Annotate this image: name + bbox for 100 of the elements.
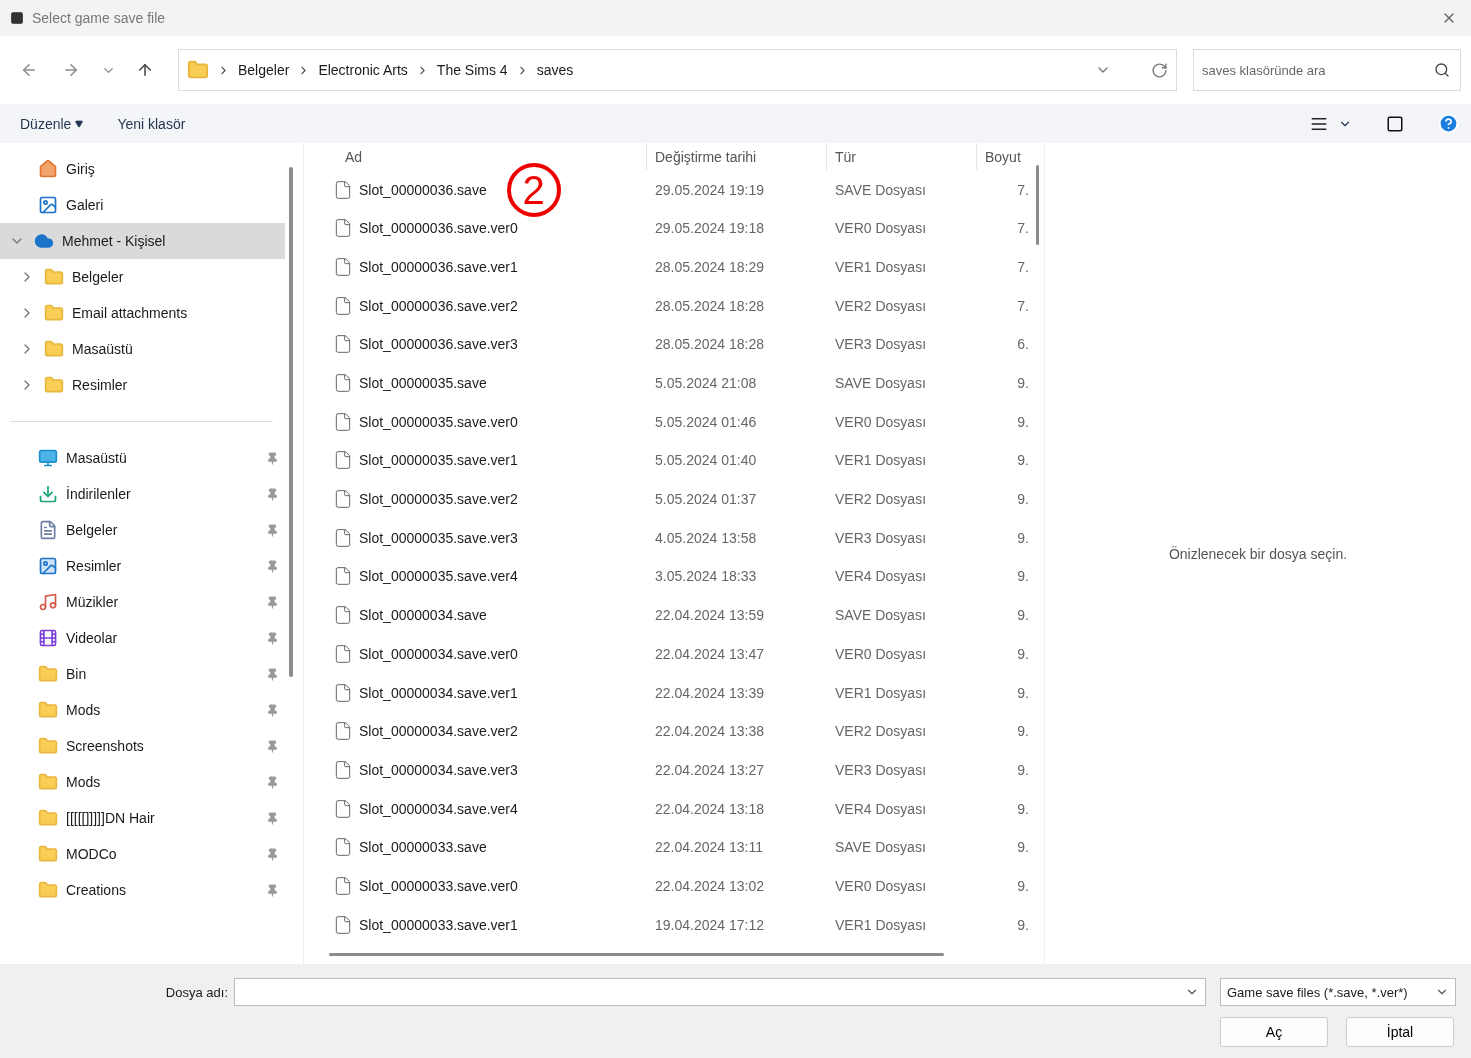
- column-header[interactable]: Boyut: [977, 143, 1029, 171]
- forward-arrow-icon[interactable]: [62, 61, 80, 79]
- file-icon: [333, 837, 353, 858]
- picture-icon: [38, 556, 58, 576]
- file-name[interactable]: Slot_00000033.save: [359, 839, 487, 856]
- gallery-icon: [38, 195, 58, 215]
- search-box[interactable]: saves klasöründe ara: [1193, 49, 1461, 91]
- file-name[interactable]: Slot_00000034.save.ver2: [359, 723, 518, 740]
- pin-icon[interactable]: [266, 487, 279, 501]
- table-cell-text: VER3 Dosyası: [834, 761, 928, 778]
- sidebar-item[interactable]: Galeri: [0, 187, 285, 223]
- new-folder-button[interactable]: Yeni klasör: [117, 115, 186, 132]
- file-name[interactable]: Slot_00000036.save: [359, 181, 487, 198]
- caret-icon[interactable]: [75, 119, 84, 128]
- table-cell-text: 9.: [1016, 684, 1029, 701]
- table-cell-text: 9.: [1016, 607, 1029, 624]
- table-cell-text: VER1 Dosyası: [834, 916, 928, 933]
- breadcrumb-item[interactable]: The Sims 4: [436, 62, 508, 78]
- sidebar-item[interactable]: Mods: [0, 692, 285, 728]
- file-name[interactable]: Slot_00000034.save: [359, 607, 487, 624]
- file-icon: [333, 334, 353, 355]
- refresh-icon[interactable]: [1151, 61, 1168, 79]
- file-name[interactable]: Slot_00000034.save.ver1: [359, 684, 518, 701]
- sidebar-item[interactable]: Bin: [0, 656, 285, 692]
- table-cell-text: 7.: [1016, 258, 1029, 275]
- table-cell-text: 28.05.2024 18:29: [654, 258, 765, 275]
- sidebar-item[interactable]: Email attachments: [0, 295, 285, 331]
- file-name[interactable]: Slot_00000036.save.ver1: [359, 258, 518, 275]
- file-type-dropdown[interactable]: Game save files (*.save, *.ver*): [1220, 978, 1456, 1006]
- pin-icon[interactable]: [266, 595, 279, 609]
- sidebar-item[interactable]: Masaüstü: [0, 331, 285, 367]
- sidebar-item[interactable]: Müzikler: [0, 584, 285, 620]
- pin-icon[interactable]: [266, 451, 279, 465]
- sidebar-item[interactable]: Resimler: [0, 367, 285, 403]
- file-name[interactable]: Slot_00000034.save.ver3: [359, 761, 518, 778]
- file-name[interactable]: Slot_00000036.save.ver0: [359, 220, 518, 237]
- sidebar-item[interactable]: Mods: [0, 764, 285, 800]
- column-header[interactable]: Değiştirme tarihi: [647, 143, 827, 171]
- pin-icon[interactable]: [266, 559, 279, 573]
- sidebar-item[interactable]: Mehmet - Kişisel: [0, 223, 285, 259]
- table-cell-text: 9.: [1016, 839, 1029, 856]
- file-name[interactable]: Slot_00000034.save.ver0: [359, 645, 518, 662]
- organize-button[interactable]: Düzenle: [20, 115, 84, 132]
- breadcrumb-item[interactable]: Electronic Arts: [318, 62, 408, 78]
- sidebar-item[interactable]: Giriş: [0, 151, 285, 187]
- pin-icon[interactable]: [266, 883, 279, 897]
- scrollbar-thumb[interactable]: [1035, 165, 1039, 245]
- file-icon: [333, 373, 353, 394]
- help-icon[interactable]: [1438, 113, 1459, 134]
- file-name[interactable]: Slot_00000036.save.ver3: [359, 336, 518, 353]
- pin-icon[interactable]: [266, 847, 279, 861]
- sidebar-item[interactable]: Resimler: [0, 548, 285, 584]
- pin-icon[interactable]: [266, 523, 279, 537]
- pin-icon[interactable]: [266, 631, 279, 645]
- scrollbar-thumb[interactable]: [329, 952, 944, 956]
- file-name[interactable]: Slot_00000033.save.ver0: [359, 877, 518, 894]
- table-cell-text: 22.04.2024 13:38: [654, 723, 765, 740]
- sidebar-item[interactable]: [[[[[]]]]]DN Hair: [0, 800, 285, 836]
- file-name[interactable]: Slot_00000035.save.ver2: [359, 491, 518, 508]
- address-bar[interactable]: Belgeler Electronic Arts The Sims 4 saves: [178, 49, 1177, 91]
- table-cell-text: 22.04.2024 13:27: [654, 761, 765, 778]
- file-name[interactable]: Slot_00000034.save.ver4: [359, 800, 518, 817]
- sidebar-item[interactable]: MODCo: [0, 836, 285, 872]
- sidebar-item[interactable]: Belgeler: [0, 512, 285, 548]
- table-cell-text: SAVE Dosyası: [834, 181, 927, 198]
- file-name[interactable]: Slot_00000036.save.ver2: [359, 297, 518, 314]
- file-name[interactable]: Slot_00000035.save.ver0: [359, 413, 518, 430]
- cancel-button[interactable]: İptal: [1346, 1017, 1454, 1047]
- file-icon: [333, 218, 353, 239]
- pin-icon[interactable]: [266, 811, 279, 825]
- file-icon: [333, 411, 353, 432]
- sidebar-item[interactable]: Creations: [0, 872, 285, 908]
- preview-pane-icon[interactable]: [1386, 114, 1404, 133]
- file-name[interactable]: Slot_00000033.save.ver1: [359, 916, 518, 933]
- open-button[interactable]: Aç: [1220, 1017, 1328, 1047]
- file-name-field[interactable]: [234, 978, 1206, 1006]
- table-cell-text: 22.04.2024 13:11: [654, 839, 764, 856]
- file-name[interactable]: Slot_00000035.save: [359, 375, 487, 392]
- column-header[interactable]: Ad: [329, 143, 647, 171]
- sidebar-item[interactable]: Videolar: [0, 620, 285, 656]
- sidebar-item[interactable]: Screenshots: [0, 728, 285, 764]
- annotation-marker: 2: [506, 162, 561, 217]
- pin-icon[interactable]: [266, 667, 279, 681]
- pin-icon[interactable]: [266, 703, 279, 717]
- pin-icon[interactable]: [266, 739, 279, 753]
- file-name[interactable]: Slot_00000035.save.ver1: [359, 452, 518, 469]
- table-cell-text: 9.: [1016, 723, 1029, 740]
- breadcrumb-item[interactable]: saves: [536, 62, 574, 78]
- file-name[interactable]: Slot_00000035.save.ver4: [359, 568, 518, 585]
- table-cell-text: 4.05.2024 13:58: [654, 529, 758, 546]
- breadcrumb-item[interactable]: Belgeler: [238, 62, 290, 78]
- column-header[interactable]: Tür: [827, 143, 977, 171]
- sidebar-item[interactable]: İndirilenler: [0, 476, 285, 512]
- file-name[interactable]: Slot_00000035.save.ver3: [359, 529, 518, 546]
- download-icon: [38, 484, 58, 504]
- scrollbar-thumb[interactable]: [289, 167, 293, 677]
- sidebar-item[interactable]: Belgeler: [0, 259, 285, 295]
- sidebar-item[interactable]: Masaüstü: [0, 440, 285, 476]
- search-icon[interactable]: [1434, 62, 1450, 78]
- pin-icon[interactable]: [266, 775, 279, 789]
